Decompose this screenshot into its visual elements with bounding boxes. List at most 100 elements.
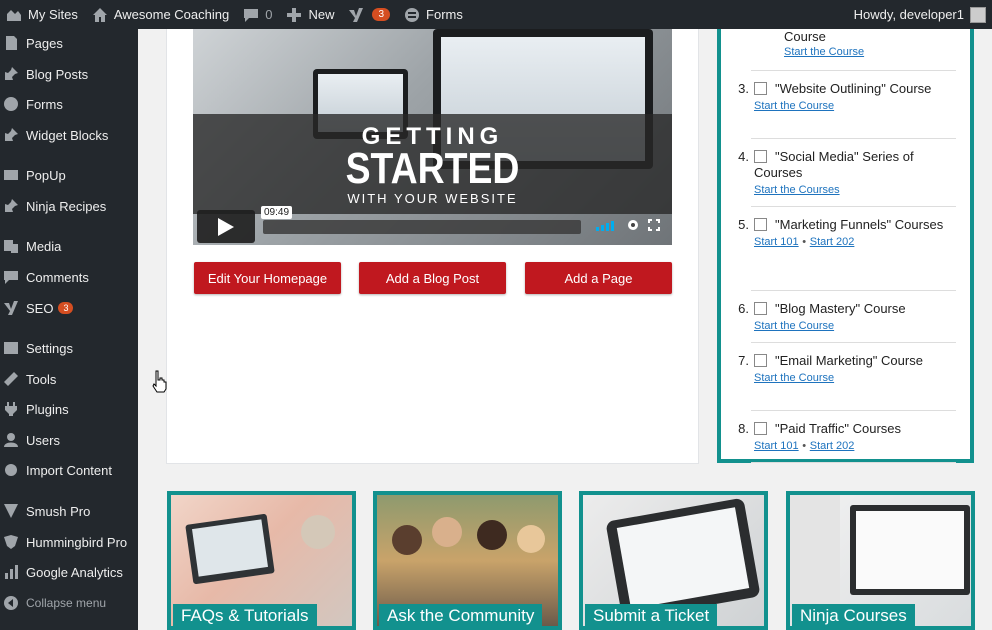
tile-label: Ask the Community <box>379 604 543 626</box>
checklist-item-body: "Website Outlining" Course Start the Cour… <box>754 81 954 114</box>
sidebar-item-pages[interactable]: Pages <box>0 29 138 57</box>
new-label: New <box>308 7 335 22</box>
volume-icon[interactable] <box>596 219 618 231</box>
checklist-item-title: "Blog Mastery" Course <box>775 301 906 316</box>
getting-started-video[interactable]: GETTING STARTED WITH YOUR WEBSITE 09:49 <box>193 29 672 245</box>
account-menu[interactable]: Howdy, developer1 <box>854 6 992 23</box>
start-course-link[interactable]: Start the Course <box>754 100 834 112</box>
sidebar-item-label: Comments <box>26 269 89 285</box>
start-course-link[interactable]: Start the Course <box>754 372 834 384</box>
collapse-menu-button[interactable]: Collapse menu <box>0 589 138 617</box>
start-course-link[interactable]: Start 202 <box>810 440 855 452</box>
sidebar-item-google-analytics[interactable]: Google Analytics <box>0 558 138 586</box>
my-sites-menu[interactable]: My Sites <box>0 0 86 29</box>
sidebar-item-comments[interactable]: Comments <box>0 263 138 291</box>
sidebar-item-smush-pro[interactable]: Smush Pro <box>0 497 138 525</box>
checklist-item-body: "Social Media" Series of Courses Start th… <box>754 149 954 198</box>
checklist-item-number: 5. <box>738 217 749 232</box>
sidebar-item-media[interactable]: Media <box>0 232 138 260</box>
pin-icon <box>2 126 20 144</box>
sidebar-item-seo[interactable]: SEO 3 <box>0 294 138 322</box>
start-course-link[interactable]: Start 202 <box>810 236 855 248</box>
checklist-item-body: "Paid Traffic" Courses Start 101 • Start … <box>754 421 954 454</box>
sidebar-item-hummingbird-pro[interactable]: Hummingbird Pro <box>0 528 138 556</box>
tile-ask-community[interactable]: Ask the Community <box>373 491 562 630</box>
video-duration: 09:49 <box>261 206 293 219</box>
tile-faqs-tutorials[interactable]: FAQs & Tutorials <box>167 491 356 630</box>
add-page-button[interactable]: Add a Page <box>525 262 672 294</box>
sidebar-item-import-content[interactable]: Import Content <box>0 456 138 484</box>
checklist-links: Start 101 • Start 202 <box>754 437 954 454</box>
start-course-link[interactable]: Start the Course <box>784 46 864 58</box>
forms-icon <box>2 95 20 113</box>
admin-bar: My Sites Awesome Coaching 0 New 3 Forms … <box>0 0 992 29</box>
sidebar-item-popup[interactable]: PopUp <box>0 161 138 189</box>
sidebar-item-label: SEO <box>26 300 54 316</box>
video-control-icons <box>596 218 660 232</box>
media-icon <box>2 237 20 255</box>
sidebar-item-plugins[interactable]: Plugins <box>0 395 138 423</box>
checklist-item-title: "Social Media" Series of Courses <box>754 149 914 180</box>
plugins-icon <box>2 400 20 418</box>
sidebar-item-forms[interactable]: Forms <box>0 90 138 118</box>
home-icon <box>92 7 107 22</box>
seo-menu[interactable]: 3 <box>342 0 398 29</box>
sidebar-item-label: Plugins <box>26 401 69 417</box>
pin-icon <box>2 197 20 215</box>
checklist-checkbox[interactable] <box>754 422 767 435</box>
settings-icon <box>2 339 20 357</box>
checklist-item-number: 8. <box>738 421 749 436</box>
seo-badge: 3 <box>58 302 74 314</box>
settings-gear-icon[interactable] <box>626 218 640 232</box>
sidebar-item-tools[interactable]: Tools <box>0 365 138 393</box>
sidebar-item-users[interactable]: Users <box>0 426 138 454</box>
avatar <box>970 6 986 23</box>
play-button[interactable] <box>197 210 255 243</box>
start-course-link[interactable]: Start the Courses <box>754 184 840 196</box>
fullscreen-icon[interactable] <box>648 219 660 231</box>
tile-submit-ticket[interactable]: Submit a Ticket <box>579 491 768 630</box>
course-checklist: Course Start the Course 3. "Website Outlini… <box>717 29 974 463</box>
seo-notification-badge: 3 <box>372 8 391 21</box>
yoast-icon <box>2 299 20 317</box>
start-course-link[interactable]: Start the Course <box>754 320 834 332</box>
start-course-link[interactable]: Start 101 <box>754 440 799 452</box>
sidebar-item-label: Tools <box>26 371 57 387</box>
sidebar-item-settings[interactable]: Settings <box>0 334 138 362</box>
checklist-checkbox[interactable] <box>754 354 767 367</box>
sidebar-item-blog-posts[interactable]: Blog Posts <box>0 60 138 88</box>
checklist-checkbox[interactable] <box>754 82 767 95</box>
sidebar-item-label: Users <box>26 432 60 448</box>
checklist-checkbox[interactable] <box>754 218 767 231</box>
sidebar-item-label: Google Analytics <box>26 564 123 580</box>
new-content-menu[interactable]: New <box>280 0 342 29</box>
checklist-item-title: "Marketing Funnels" Courses <box>775 217 944 232</box>
site-name-menu[interactable]: Awesome Coaching <box>86 0 237 29</box>
popup-icon <box>2 166 20 184</box>
tile-label: Ninja Courses <box>792 604 915 626</box>
checklist-item-number: 7. <box>738 353 749 368</box>
checklist-checkbox[interactable] <box>754 302 767 315</box>
sidebar-item-label: Pages <box>26 35 63 51</box>
checklist-item: 6. "Blog Mastery" Course Start the Course <box>738 291 956 343</box>
checklist-item: 5. "Marketing Funnels" Courses Start 101 •… <box>738 207 956 291</box>
checklist-item-title: "Email Marketing" Course <box>775 353 923 368</box>
add-blog-post-button[interactable]: Add a Blog Post <box>359 262 506 294</box>
checklist-item-number: 6. <box>738 301 749 316</box>
forms-menu[interactable]: Forms <box>398 0 471 29</box>
sidebar-item-widget-blocks[interactable]: Widget Blocks <box>0 121 138 149</box>
video-progress-bar[interactable] <box>263 220 581 234</box>
collapse-menu-label: Collapse menu <box>26 596 107 610</box>
comments-menu[interactable]: 0 <box>237 0 280 29</box>
tile-ninja-courses[interactable]: Ninja Courses <box>786 491 975 630</box>
comment-icon <box>244 8 259 22</box>
video-title-started: STARTED <box>345 144 520 193</box>
yoast-icon <box>349 7 364 22</box>
checklist-checkbox[interactable] <box>754 150 767 163</box>
sidebar-item-ninja-recipes[interactable]: Ninja Recipes <box>0 192 138 220</box>
start-course-link[interactable]: Start 101 <box>754 236 799 248</box>
sidebar-item-label: PopUp <box>26 167 66 183</box>
analytics-icon <box>2 563 20 581</box>
comments-icon <box>2 268 20 286</box>
edit-homepage-button[interactable]: Edit Your Homepage <box>194 262 341 294</box>
